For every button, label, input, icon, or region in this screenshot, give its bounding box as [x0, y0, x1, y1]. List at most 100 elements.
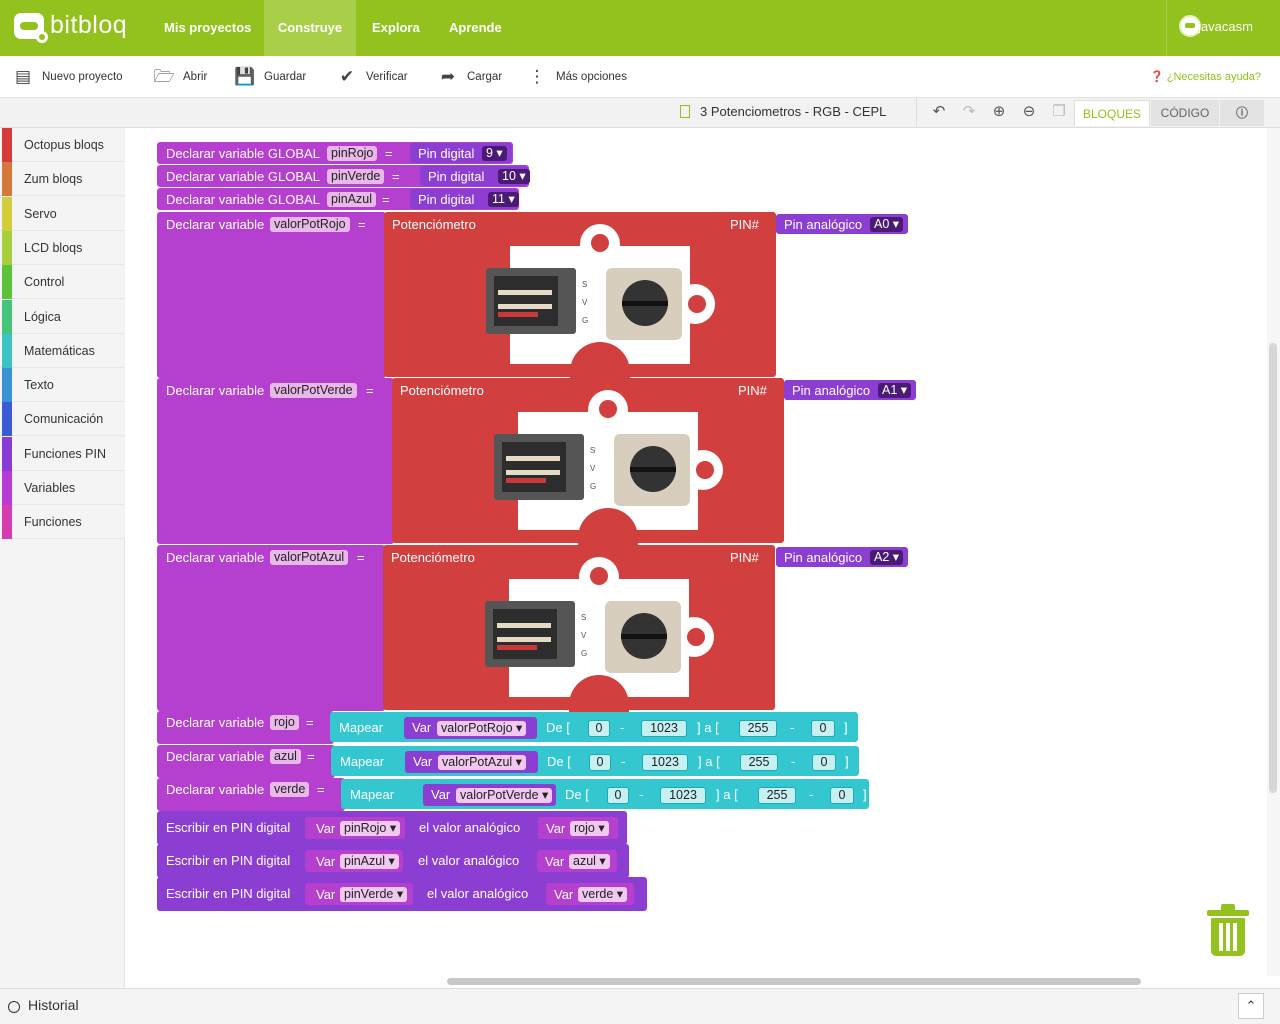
variable-dropdown[interactable]: valorPotRojo ▾ [437, 721, 527, 736]
board-pin-label: G [582, 316, 589, 325]
board-pin-label: S [590, 446, 596, 455]
sidebar-item-control[interactable]: Control [0, 265, 125, 300]
number-field[interactable]: 1023 [660, 787, 706, 804]
nav-mis-proyectos[interactable]: Mis proyectos [149, 0, 266, 56]
history-toggle[interactable]: Historial [28, 997, 79, 1013]
verify-button[interactable]: ✔ Verificar [336, 66, 408, 88]
connector-pin [498, 312, 538, 317]
number-field[interactable]: 0 [607, 787, 629, 804]
sidebar-item-variables[interactable]: Variables [0, 471, 125, 505]
bitbloq-logo[interactable]: bitbloq [14, 11, 134, 45]
variable-name-field[interactable]: pinAzul [327, 192, 376, 207]
category-color-stripe [2, 471, 12, 505]
tab-bloques[interactable]: BLOQUES [1074, 100, 1150, 126]
number-field[interactable]: 0 [588, 720, 610, 737]
sidebar-item-label: Servo [24, 206, 57, 221]
pin-variable-dropdown[interactable]: pinVerde ▾ [340, 887, 408, 902]
pin-dropdown[interactable]: 11 ▾ [488, 192, 519, 207]
user-menu[interactable]: javacasm [1166, 0, 1280, 56]
paste-icon[interactable]: ❐ [1044, 98, 1074, 126]
number-field[interactable]: 0 [589, 754, 611, 771]
pin-dropdown[interactable]: 9 ▾ [482, 146, 507, 161]
sidebar-item-texto[interactable]: Texto [0, 368, 125, 403]
nav-aprende[interactable]: Aprende [434, 0, 517, 56]
variable-name-field[interactable]: valorPotVerde [270, 383, 357, 398]
declare-variable-label: Declarar variable [166, 782, 265, 797]
variable-name-field[interactable]: pinRojo [327, 146, 378, 161]
sidebar-item-funciones[interactable]: Funciones [0, 505, 125, 540]
variable-declaration-block[interactable] [157, 545, 385, 711]
declare-variable-label: Declarar variable [166, 217, 265, 232]
vertical-scrollbar[interactable] [1267, 128, 1280, 976]
variable-dropdown[interactable]: valorPotVerde ▾ [456, 788, 553, 803]
analog-pin-dropdown[interactable]: A2 ▾ [870, 550, 904, 565]
variable-declaration-block[interactable] [157, 378, 394, 544]
sidebar-item-servo[interactable]: Servo [0, 196, 125, 231]
open-button[interactable]: 🗁 Abrir [153, 66, 207, 88]
main-toolbar: ▤ Nuevo proyecto 🗁 Abrir 💾 Guardar ✔ Verific… [0, 56, 1280, 98]
horizontal-scroll-thumb[interactable] [447, 978, 1141, 985]
board-pin-label: S [581, 613, 587, 622]
sidebar-item-funciones-pin[interactable]: Funciones PIN [0, 436, 125, 471]
write-pin-label: Escribir en PIN digital [166, 886, 291, 901]
category-color-stripe [2, 128, 12, 162]
info-icon[interactable]: ⓘ [1220, 100, 1264, 126]
variable-name-field[interactable]: rojo [270, 715, 299, 730]
number-field[interactable]: 0 [830, 787, 854, 804]
save-button[interactable]: 💾 Guardar [234, 66, 306, 88]
number-field[interactable]: 1023 [642, 754, 688, 771]
redo-icon[interactable]: ↷ [954, 98, 984, 126]
tab-codigo[interactable]: CÓDIGO [1151, 100, 1219, 126]
to-range-label: ] a [ [697, 720, 719, 735]
pin-variable-dropdown[interactable]: pinRojo ▾ [340, 821, 401, 836]
number-field[interactable]: 1023 [641, 720, 687, 737]
write-pin-label: Escribir en PIN digital [166, 820, 291, 835]
sidebar-item-zum-bloqs[interactable]: Zum bloqs [0, 162, 125, 197]
variable-name-field[interactable]: valorPotRojo [270, 217, 350, 232]
analog-pin-dropdown[interactable]: A0 ▾ [870, 217, 904, 232]
help-link[interactable]: ❓ ¿Necesitas ayuda? [1150, 70, 1261, 83]
file-icon: ▤ [14, 67, 32, 86]
undo-icon[interactable]: ↶ [924, 98, 954, 126]
variable-dropdown[interactable]: valorPotAzul ▾ [438, 755, 526, 770]
value-variable-dropdown[interactable]: verde ▾ [578, 887, 628, 902]
pin-variable-dropdown[interactable]: pinAzul ▾ [340, 854, 399, 869]
value-variable-dropdown[interactable]: azul ▾ [569, 854, 610, 869]
pin-digital-label: Pin digital [428, 169, 485, 184]
mount-hole [599, 400, 617, 418]
analog-pin-dropdown[interactable]: A1 ▾ [878, 383, 912, 398]
new-project-button[interactable]: ▤ Nuevo proyecto [12, 66, 123, 88]
more-options-label: Más opciones [556, 71, 627, 84]
value-variable-dropdown[interactable]: rojo ▾ [570, 821, 609, 836]
pin-dropdown[interactable]: 10 ▾ [498, 169, 530, 184]
number-field[interactable]: 0 [812, 754, 836, 771]
number-field[interactable]: 255 [740, 754, 778, 771]
horizontal-scrollbar[interactable] [125, 976, 1267, 988]
project-name[interactable]: 3 Potenciometros - RGB - CEPL [680, 98, 918, 126]
sidebar-item-matem-ticas[interactable]: Matemáticas [0, 333, 125, 368]
number-field[interactable]: 255 [758, 787, 796, 804]
more-options-button[interactable]: ⋮ Más opciones [526, 66, 627, 88]
variable-name-field[interactable]: pinVerde [327, 169, 385, 184]
dash-label: - [639, 787, 644, 802]
upload-label: Cargar [467, 71, 503, 84]
variable-name-field[interactable]: azul [270, 749, 301, 764]
chevron-up-icon[interactable]: ⌃ [1238, 993, 1264, 1019]
sidebar-item-comunicaci-n[interactable]: Comunicación [0, 402, 125, 437]
trash-icon[interactable] [1207, 904, 1249, 958]
nav-construye[interactable]: Construye [264, 0, 356, 56]
vertical-scroll-thumb[interactable] [1269, 343, 1277, 793]
sidebar-item-l-gica[interactable]: Lógica [0, 299, 125, 334]
variable-declaration-block[interactable] [157, 212, 386, 378]
number-field[interactable]: 0 [811, 720, 835, 737]
sidebar-item-octopus-bloqs[interactable]: Octopus bloqs [0, 128, 125, 162]
variable-name-field[interactable]: verde [270, 782, 310, 797]
zoom-out-icon[interactable]: ⊖ [1014, 98, 1044, 126]
variable-name-field[interactable]: valorPotAzul [270, 550, 349, 565]
number-field[interactable]: 255 [739, 720, 777, 737]
upload-button[interactable]: ➦ Cargar [437, 66, 502, 88]
zoom-in-icon[interactable]: ⊕ [984, 98, 1014, 126]
nav-explora[interactable]: Explora [357, 0, 435, 56]
category-color-stripe [2, 265, 12, 300]
sidebar-item-lcd-bloqs[interactable]: LCD bloqs [0, 230, 125, 265]
